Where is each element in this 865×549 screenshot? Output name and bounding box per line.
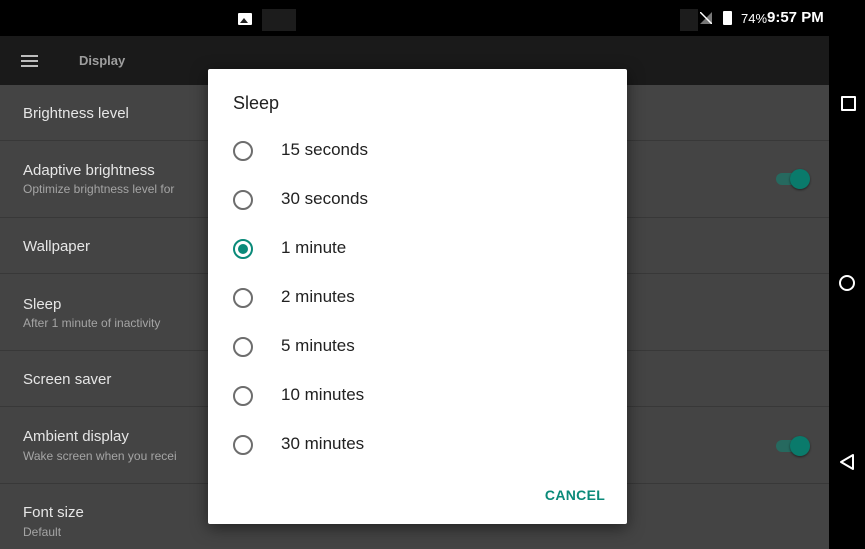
navigation-bar xyxy=(829,0,865,549)
settings-item-subtitle: Wake screen when you recei xyxy=(23,449,177,463)
option-10-minutes[interactable]: 10 minutes xyxy=(208,376,627,416)
adaptive-brightness-toggle[interactable] xyxy=(776,169,810,189)
settings-item-title: Font size xyxy=(23,504,84,521)
settings-item-title: Ambient display xyxy=(23,428,129,445)
option-5-minutes[interactable]: 5 minutes xyxy=(208,327,627,367)
option-label: 10 minutes xyxy=(281,385,365,404)
battery-charging-icon xyxy=(723,11,732,25)
no-signal-icon xyxy=(700,12,712,24)
settings-item-title: Screen saver xyxy=(23,371,112,388)
radio-button[interactable] xyxy=(233,337,253,357)
recents-icon[interactable] xyxy=(841,96,856,111)
settings-item-title: Sleep xyxy=(23,296,62,313)
option-label: 2 minutes xyxy=(281,287,355,306)
notification-placeholder xyxy=(262,9,296,31)
option-15-seconds[interactable]: 15 seconds xyxy=(208,131,627,171)
cancel-button[interactable]: CANCEL xyxy=(535,487,615,509)
radio-button[interactable] xyxy=(233,386,253,406)
option-30-seconds[interactable]: 30 seconds xyxy=(208,180,627,220)
option-1-minute[interactable]: 1 minute xyxy=(208,229,627,269)
radio-button-checked[interactable] xyxy=(233,239,253,259)
page-title: Display xyxy=(79,53,126,68)
option-label: 5 minutes xyxy=(281,336,355,355)
option-label: 30 minutes xyxy=(281,434,365,453)
option-label: 1 minute xyxy=(281,238,347,257)
radio-button[interactable] xyxy=(233,288,253,308)
settings-item-subtitle: After 1 minute of inactivity xyxy=(23,316,161,330)
radio-button[interactable] xyxy=(233,141,253,161)
battery-percent: 74% xyxy=(741,11,768,26)
option-30-minutes[interactable]: 30 minutes xyxy=(208,425,627,465)
option-label: 30 seconds xyxy=(281,189,368,208)
ambient-display-toggle[interactable] xyxy=(776,436,810,456)
option-2-minutes[interactable]: 2 minutes xyxy=(208,278,627,318)
settings-item-title: Adaptive brightness xyxy=(23,162,155,179)
home-icon[interactable] xyxy=(839,275,855,291)
settings-item-subtitle: Optimize brightness level for xyxy=(23,182,175,196)
notification-placeholder-right xyxy=(680,9,698,31)
settings-item-subtitle: Default xyxy=(23,525,62,539)
radio-button[interactable] xyxy=(233,190,253,210)
status-bar: 74% 9:57 PM xyxy=(0,0,829,36)
settings-item-title: Brightness level xyxy=(23,105,129,122)
hamburger-menu-icon[interactable] xyxy=(21,55,38,67)
dialog-title: Sleep xyxy=(233,93,280,113)
status-time: 9:57 PM xyxy=(767,9,824,26)
settings-item-title: Wallpaper xyxy=(23,238,90,255)
sleep-dialog: Sleep 15 seconds 30 seconds 1 minute 2 m… xyxy=(208,69,627,524)
image-notification-icon xyxy=(238,13,252,25)
back-icon[interactable] xyxy=(839,453,855,471)
option-label: 15 seconds xyxy=(281,140,368,159)
radio-button[interactable] xyxy=(233,435,253,455)
